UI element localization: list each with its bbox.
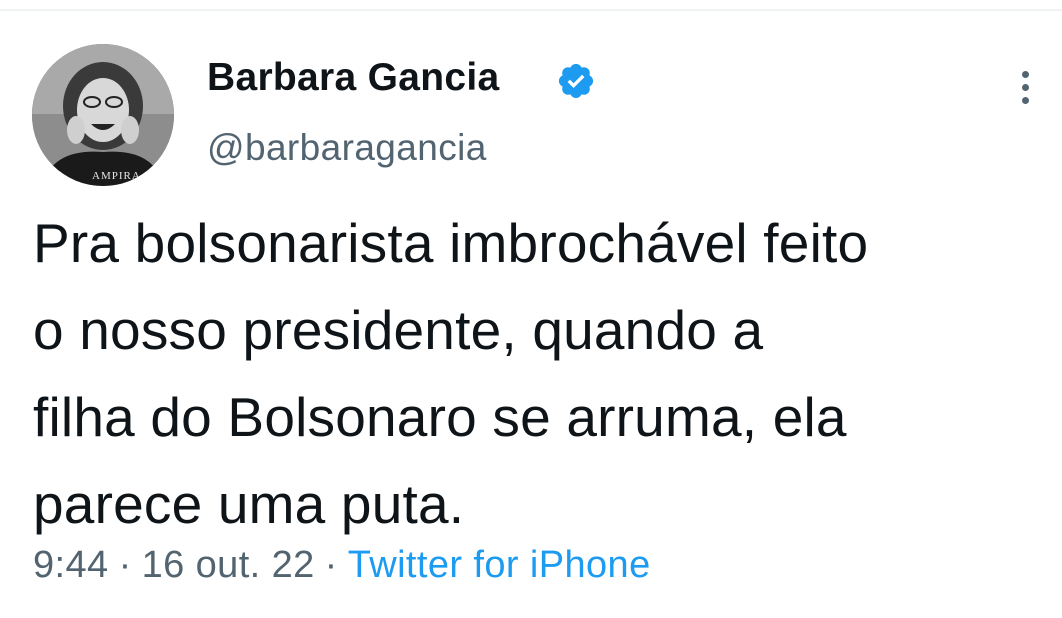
more-options-icon[interactable] — [1000, 62, 1050, 112]
tweet-text-line: o nosso presidente, quando a — [33, 299, 764, 361]
more-dot — [1021, 96, 1029, 104]
handle[interactable]: @barbaragancia — [207, 127, 487, 169]
tweet-text-line: filha do Bolsonaro se arruma, ela — [33, 386, 847, 448]
tweet-text-line: Pra bolsonarista imbrochável feito — [33, 212, 869, 274]
avatar-photo: AMPIRA — [32, 44, 174, 186]
more-dot — [1021, 70, 1029, 78]
display-name[interactable]: Barbara Gancia — [207, 56, 500, 100]
verified-badge-icon — [556, 61, 596, 101]
tweet-text: Pra bolsonarista imbrochável feito o nos… — [33, 200, 1043, 548]
top-divider — [0, 9, 1062, 11]
avatar[interactable]: AMPIRA — [32, 44, 174, 186]
tweet-card: AMPIRA Barbara Gancia @barbaragancia Pra… — [0, 0, 1062, 618]
more-dot — [1021, 83, 1029, 91]
tweet-date[interactable]: 16 out. 22 — [142, 544, 315, 586]
avatar-shirt-text: AMPIRA — [92, 170, 141, 182]
tweet-time[interactable]: 9:44 — [33, 544, 109, 586]
separator: · — [324, 544, 338, 586]
separator: · — [118, 544, 132, 586]
tweet-metadata: 9:44 · 16 out. 22 · Twitter for iPhone — [33, 544, 651, 587]
tweet-text-line: parece uma puta. — [33, 473, 465, 535]
tweet-source-link[interactable]: Twitter for iPhone — [348, 544, 651, 586]
